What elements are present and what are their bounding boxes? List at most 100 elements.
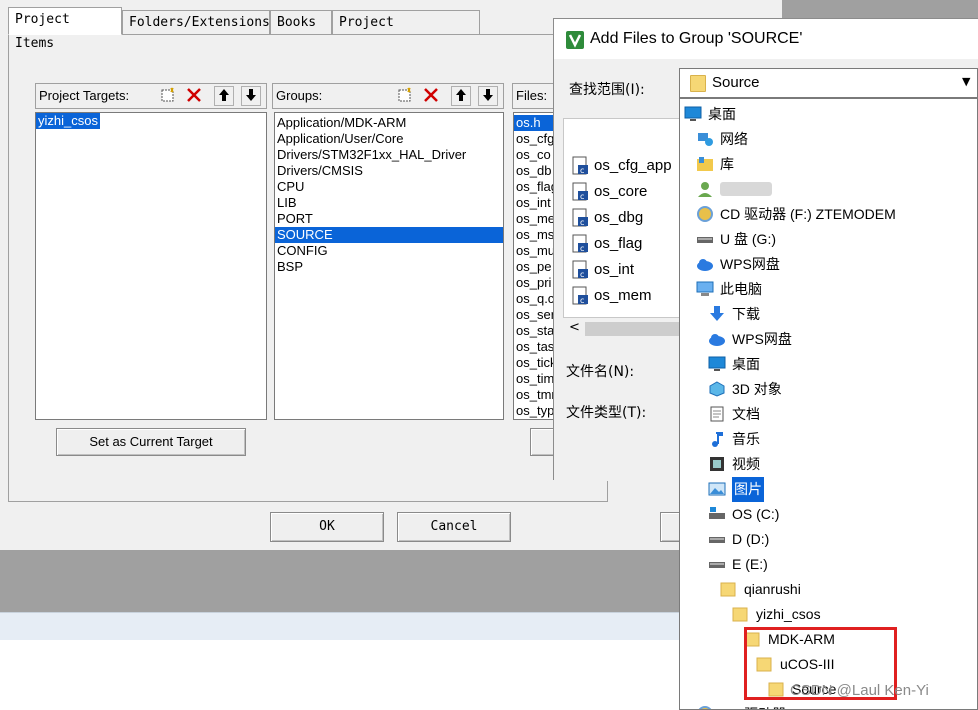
dropdown-item[interactable]: E (E:) <box>680 551 977 576</box>
chevron-down-icon[interactable]: ▼ <box>962 75 970 88</box>
list-item[interactable]: os_ser <box>514 307 557 323</box>
dropdown-item[interactable] <box>680 176 977 201</box>
list-item[interactable]: os_me <box>514 211 557 227</box>
look-in-dropdown[interactable]: 桌面 网络库 CD 驱动器 (F:) ZTEMODEM U 盘 (G:) WPS网盘 此电… <box>679 98 978 710</box>
file-item[interactable]: c os_int <box>572 257 634 283</box>
list-item[interactable]: os_typ <box>514 403 557 419</box>
move-down-icon[interactable] <box>478 86 498 106</box>
list-item[interactable]: os_sta <box>514 323 557 339</box>
dropdown-item[interactable]: U 盘 (G:) <box>680 226 977 251</box>
dropdown-item[interactable]: WPS网盘 <box>680 326 977 351</box>
dropdown-item[interactable]: qianrushi <box>680 576 977 601</box>
tab-project-items[interactable]: Project Items <box>8 7 122 51</box>
list-item[interactable]: BSP <box>275 259 503 275</box>
dropdown-item-label: 此电脑 <box>720 280 762 297</box>
tab-books[interactable]: Books <box>270 10 332 34</box>
scrollbar-thumb[interactable] <box>585 322 680 336</box>
move-down-icon[interactable] <box>241 86 261 106</box>
set-current-target-button[interactable]: Set as Current Target <box>56 428 246 456</box>
files-label: Files: <box>516 88 548 103</box>
dropdown-item[interactable]: 桌面 <box>680 101 977 126</box>
scroll-left-icon[interactable]: < <box>569 320 580 335</box>
list-item[interactable]: PORT <box>275 211 503 227</box>
move-up-icon[interactable] <box>451 86 471 106</box>
list-item[interactable]: Application/MDK-ARM <box>275 115 503 131</box>
file-name: os_int <box>594 261 635 278</box>
dropdown-item[interactable]: 图片 <box>680 476 977 502</box>
dropdown-item[interactable]: 下载 <box>680 301 977 326</box>
file-item[interactable]: c os_cfg_app <box>572 153 672 179</box>
list-item[interactable]: Drivers/STM32F1xx_HAL_Driver <box>275 147 503 163</box>
list-item[interactable]: os.h <box>514 115 557 131</box>
dropdown-item[interactable]: WPS网盘 <box>680 251 977 276</box>
dropdown-item-label: 桌面 <box>708 105 736 122</box>
list-item[interactable]: os_flag <box>514 179 557 195</box>
dropdown-item-label: CD 驱动器 (F:) ZTEMODEM <box>720 702 896 709</box>
list-item[interactable]: os_pe <box>514 259 557 275</box>
dropdown-item[interactable]: 桌面 <box>680 351 977 376</box>
list-item[interactable]: os_cfg <box>514 131 557 147</box>
new-target-icon[interactable] <box>158 86 178 106</box>
dropdown-item[interactable]: 视频 <box>680 451 977 476</box>
title-bar: Add Files to Group 'SOURCE' <box>554 19 978 59</box>
delete-target-icon[interactable] <box>184 86 204 106</box>
dropdown-item[interactable]: 库 <box>680 151 977 176</box>
list-item[interactable]: CONFIG <box>275 243 503 259</box>
pictures-icon <box>708 480 726 496</box>
list-item[interactable]: os_tas <box>514 339 557 355</box>
cd-drive-icon <box>696 205 714 223</box>
download-icon <box>708 305 726 322</box>
dropdown-item-label: 视频 <box>732 455 760 472</box>
list-item[interactable]: yizhi_csos <box>36 113 100 129</box>
file-item[interactable]: c os_mem <box>572 283 652 309</box>
delete-group-icon[interactable] <box>421 86 441 106</box>
list-item[interactable]: os_db <box>514 163 557 179</box>
look-in-combo[interactable]: Source ▼ <box>679 68 978 98</box>
cancel-button[interactable]: Cancel <box>397 512 511 542</box>
list-item[interactable]: os_tmr <box>514 387 557 403</box>
dropdown-item[interactable]: 音乐 <box>680 426 977 451</box>
list-item[interactable]: os_pri <box>514 275 557 291</box>
list-item[interactable]: os_ms <box>514 227 557 243</box>
file-item[interactable]: c os_core <box>572 179 647 205</box>
tab-project-info-layer[interactable]: Project Info/Layer <box>332 10 480 54</box>
list-item[interactable]: os_mu <box>514 243 557 259</box>
groups-list[interactable]: Application/MDK-ARM Application/User/Core… <box>274 112 504 420</box>
file-item[interactable]: c os_dbg <box>572 205 643 231</box>
drive-icon <box>708 555 726 571</box>
document-icon <box>708 405 726 422</box>
dropdown-item[interactable]: yizhi_csos <box>680 601 977 626</box>
dropdown-item[interactable]: 文档 <box>680 401 977 426</box>
list-item[interactable]: CPU <box>275 179 503 195</box>
list-item[interactable]: os_int <box>514 195 557 211</box>
svg-text:c: c <box>580 296 584 305</box>
horizontal-scrollbar[interactable]: < <box>563 318 683 340</box>
list-item[interactable]: LIB <box>275 195 503 211</box>
file-list[interactable]: c os_cfg_app c os_core c os_dbg c os_flag c os_in… <box>563 118 683 318</box>
look-in-value: Source <box>712 74 760 91</box>
list-item[interactable]: os_tick <box>514 355 557 371</box>
os-drive-icon <box>708 505 726 521</box>
dropdown-item-label: 桌面 <box>732 355 760 372</box>
files-list[interactable]: os.h os_cfg os_co os_db os_flag os_int os_me os… <box>513 112 558 420</box>
ok-button[interactable]: OK <box>270 512 384 542</box>
dropdown-item[interactable]: D (D:) <box>680 526 977 551</box>
list-item[interactable]: os_tim <box>514 371 557 387</box>
move-up-icon[interactable] <box>214 86 234 106</box>
list-item[interactable]: os_q.c <box>514 291 557 307</box>
tab-folders-extensions[interactable]: Folders/Extensions <box>122 10 270 34</box>
file-item[interactable]: c os_flag <box>572 231 642 257</box>
new-group-icon[interactable] <box>395 86 415 106</box>
list-item[interactable]: os_co <box>514 147 557 163</box>
targets-list[interactable]: yizhi_csos <box>35 112 267 420</box>
list-item[interactable]: Application/User/Core <box>275 131 503 147</box>
dropdown-item[interactable]: 此电脑 <box>680 276 977 301</box>
list-item[interactable]: SOURCE <box>275 227 503 243</box>
dropdown-item[interactable]: OS (C:) <box>680 501 977 526</box>
dropdown-item[interactable]: CD 驱动器 (F:) ZTEMODEM <box>680 201 977 226</box>
dropdown-item[interactable]: 网络 <box>680 126 977 151</box>
list-item[interactable]: Drivers/CMSIS <box>275 163 503 179</box>
dropdown-item[interactable]: CD 驱动器 (F:) ZTEMODEM <box>680 701 977 709</box>
c-source-file-icon: c <box>572 208 590 228</box>
dropdown-item[interactable]: 3D 对象 <box>680 376 977 401</box>
